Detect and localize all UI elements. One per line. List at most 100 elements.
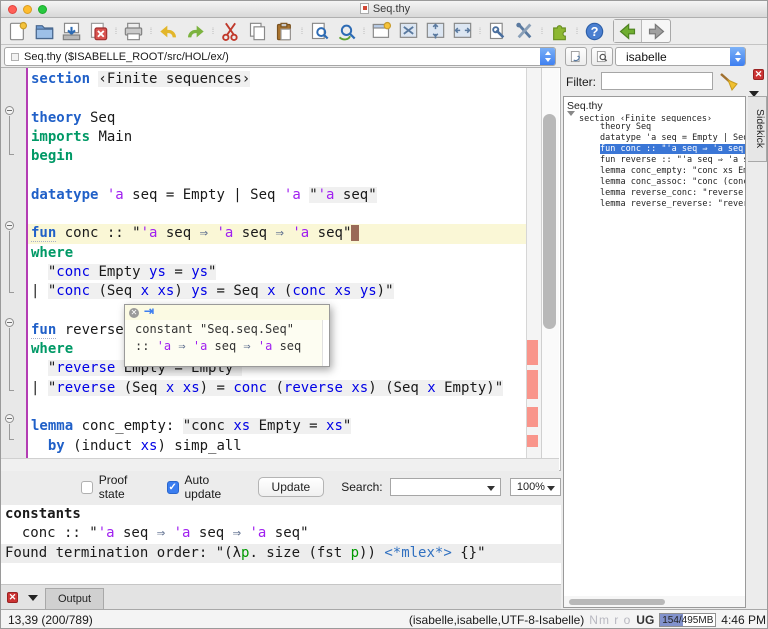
fold-marker[interactable] xyxy=(5,414,14,423)
output-line[interactable]: Found termination order: "(λp. size (fst… xyxy=(1,544,561,563)
auto-update-checkbox[interactable]: ✓ xyxy=(167,481,179,494)
editor[interactable]: section ‹Finite sequences› theory Seqimpo… xyxy=(1,67,561,471)
code-line[interactable]: datatype 'a seq = Empty | Seq 'a "'a seq… xyxy=(28,186,526,205)
tree-item[interactable]: section ‹Finite sequences› xyxy=(564,111,745,122)
code-line[interactable]: begin xyxy=(28,147,526,166)
code-line[interactable] xyxy=(28,166,526,185)
close-output-button[interactable]: ✕ xyxy=(7,592,18,603)
tooltip-scrollbar[interactable] xyxy=(322,320,329,366)
zoom-combo[interactable]: 100% xyxy=(510,478,561,496)
code-line[interactable] xyxy=(28,205,526,224)
tree-root[interactable]: Seq.thy xyxy=(564,97,745,111)
output-menu-icon[interactable] xyxy=(28,595,38,606)
print-button[interactable] xyxy=(120,19,147,43)
open-file-button[interactable] xyxy=(31,19,58,43)
sidekick-mode-stepper[interactable] xyxy=(730,47,745,66)
copy-button[interactable] xyxy=(244,19,271,43)
tree-item[interactable]: lemma conc_assoc: "conc (conc xs ys) zs xyxy=(564,177,745,188)
nav-forward-button[interactable] xyxy=(642,20,670,42)
code-line[interactable]: by (induct xs) simp_all xyxy=(28,437,526,456)
buffer-switcher[interactable]: Seq.thy ($ISABELLE_ROOT/src/HOL/ex/) xyxy=(4,47,556,66)
plugin-manager-button[interactable] xyxy=(546,19,573,43)
new-view-button[interactable] xyxy=(368,19,395,43)
search-combo[interactable] xyxy=(390,478,501,496)
code-line[interactable]: "conc Empty ys = ys" xyxy=(28,263,526,282)
tooltip-line[interactable]: constant "Seq.seq.Seq" xyxy=(135,321,322,338)
tree-item[interactable]: lemma reverse_conc: "reverse (conc xs y xyxy=(564,188,745,199)
code-line[interactable]: imports Main xyxy=(28,128,526,147)
sidekick-tree[interactable]: Seq.thysection ‹Finite sequences›theory … xyxy=(563,96,746,608)
output-text-area[interactable]: constants conc :: "'a seq ⇒ 'a seq ⇒ 'a … xyxy=(1,505,561,584)
split-horizontal-button[interactable] xyxy=(422,19,449,43)
tooltip-detach-icon[interactable] xyxy=(144,308,155,318)
clock: 4:46 PM xyxy=(721,613,766,627)
code-line[interactable]: section ‹Finite sequences› xyxy=(28,70,526,89)
title-bar[interactable]: Seq.thy xyxy=(1,1,768,18)
editor-horizontal-scrollbar[interactable] xyxy=(1,458,559,471)
output-line[interactable]: conc :: "'a seq ⇒ 'a seq ⇒ 'a seq" xyxy=(1,524,561,543)
tree-expand-icon[interactable] xyxy=(567,111,575,120)
fold-marker[interactable] xyxy=(5,106,14,115)
tab-output[interactable]: Output xyxy=(45,588,104,609)
tree-item[interactable]: datatype 'a seq = Empty | Seq 'a "'a seq… xyxy=(564,133,745,144)
close-dockable-button[interactable]: ✕ xyxy=(753,69,764,80)
code-line[interactable] xyxy=(28,398,526,417)
buffer-options-button[interactable] xyxy=(484,19,511,43)
tree-item[interactable]: lemma reverse_reverse: "reverse (revers xyxy=(564,199,745,210)
status-mark[interactable] xyxy=(527,435,538,447)
save-file-button[interactable] xyxy=(58,19,85,43)
code-line[interactable]: | "conc (Seq x xs) ys = Seq x (conc xs y… xyxy=(28,282,526,301)
buffer-mode[interactable]: (isabelle,isabelle,UTF-8-Isabelle) xyxy=(409,613,584,627)
auto-parse-button[interactable] xyxy=(591,47,613,66)
find-next-button[interactable] xyxy=(333,19,360,43)
editor-gutter[interactable] xyxy=(1,68,26,458)
tree-scrollbar-thumb[interactable] xyxy=(569,599,665,605)
buffer-switcher-stepper[interactable] xyxy=(540,47,555,66)
tooltip-close-icon[interactable]: ✕ xyxy=(129,308,139,318)
status-mark[interactable] xyxy=(527,370,538,399)
status-mark[interactable] xyxy=(527,340,538,365)
paste-button[interactable] xyxy=(271,19,298,43)
close-buffer-button[interactable] xyxy=(85,19,112,43)
overview-column[interactable] xyxy=(526,68,541,458)
help-button[interactable]: ? xyxy=(581,19,608,43)
memory-gauge[interactable]: 154/495MB xyxy=(659,613,716,627)
tree-item[interactable]: fun reverse :: "'a seq ⇒ 'a seq" xyxy=(564,155,745,166)
code-line[interactable]: theory Seq xyxy=(28,109,526,128)
new-file-button[interactable] xyxy=(4,19,31,43)
find-button[interactable] xyxy=(306,19,333,43)
status-mark[interactable] xyxy=(527,407,538,427)
split-vertical-button[interactable] xyxy=(449,19,476,43)
output-line[interactable]: constants xyxy=(1,505,561,524)
nav-back-button[interactable] xyxy=(614,20,642,42)
tooltip-line[interactable]: :: 'a ⇒ 'a seq ⇒ 'a seq xyxy=(135,338,322,355)
tree-item[interactable]: theory Seq xyxy=(564,122,745,133)
status-flags-inactive[interactable]: Nm r o xyxy=(589,613,631,627)
tab-sidekick[interactable]: Sidekick xyxy=(748,96,767,162)
sidekick-mode-combo[interactable]: isabelle xyxy=(615,47,746,66)
tree-item[interactable]: lemma conc_empty: "conc xs Empty = xs" xyxy=(564,166,745,177)
cut-button[interactable] xyxy=(217,19,244,43)
redo-button[interactable] xyxy=(182,19,209,43)
global-options-button[interactable] xyxy=(511,19,538,43)
clear-filter-icon[interactable] xyxy=(717,71,741,93)
code-text-area[interactable]: section ‹Finite sequences› theory Seqimpo… xyxy=(28,68,526,458)
tree-item[interactable]: fun conc :: "'a seq ⇒ 'a seq ⇒ 'a seq" xyxy=(564,144,745,155)
proof-state-checkbox[interactable] xyxy=(81,481,93,494)
fold-marker[interactable] xyxy=(5,221,14,230)
code-line[interactable]: fun conc :: "'a seq ⇒ 'a seq ⇒ 'a seq" xyxy=(28,224,526,243)
text-caret xyxy=(351,225,359,241)
filter-input[interactable] xyxy=(601,72,713,90)
unsplit-button[interactable] xyxy=(395,19,422,43)
undo-button[interactable] xyxy=(155,19,182,43)
update-button[interactable]: Update xyxy=(258,477,325,497)
code-line[interactable]: | "reverse (Seq x xs) = conc (reverse xs… xyxy=(28,379,526,398)
fold-marker[interactable] xyxy=(5,318,14,327)
code-line[interactable] xyxy=(28,89,526,108)
status-flags-active[interactable]: UG xyxy=(636,613,654,627)
editor-scrollbar-thumb[interactable] xyxy=(543,114,556,329)
code-line[interactable]: lemma conc_empty: "conc xs Empty = xs" xyxy=(28,417,526,436)
code-line[interactable]: where xyxy=(28,244,526,263)
caret-position[interactable]: 13,39 (200/789) xyxy=(8,613,93,627)
parse-buffer-button[interactable] xyxy=(565,47,587,66)
